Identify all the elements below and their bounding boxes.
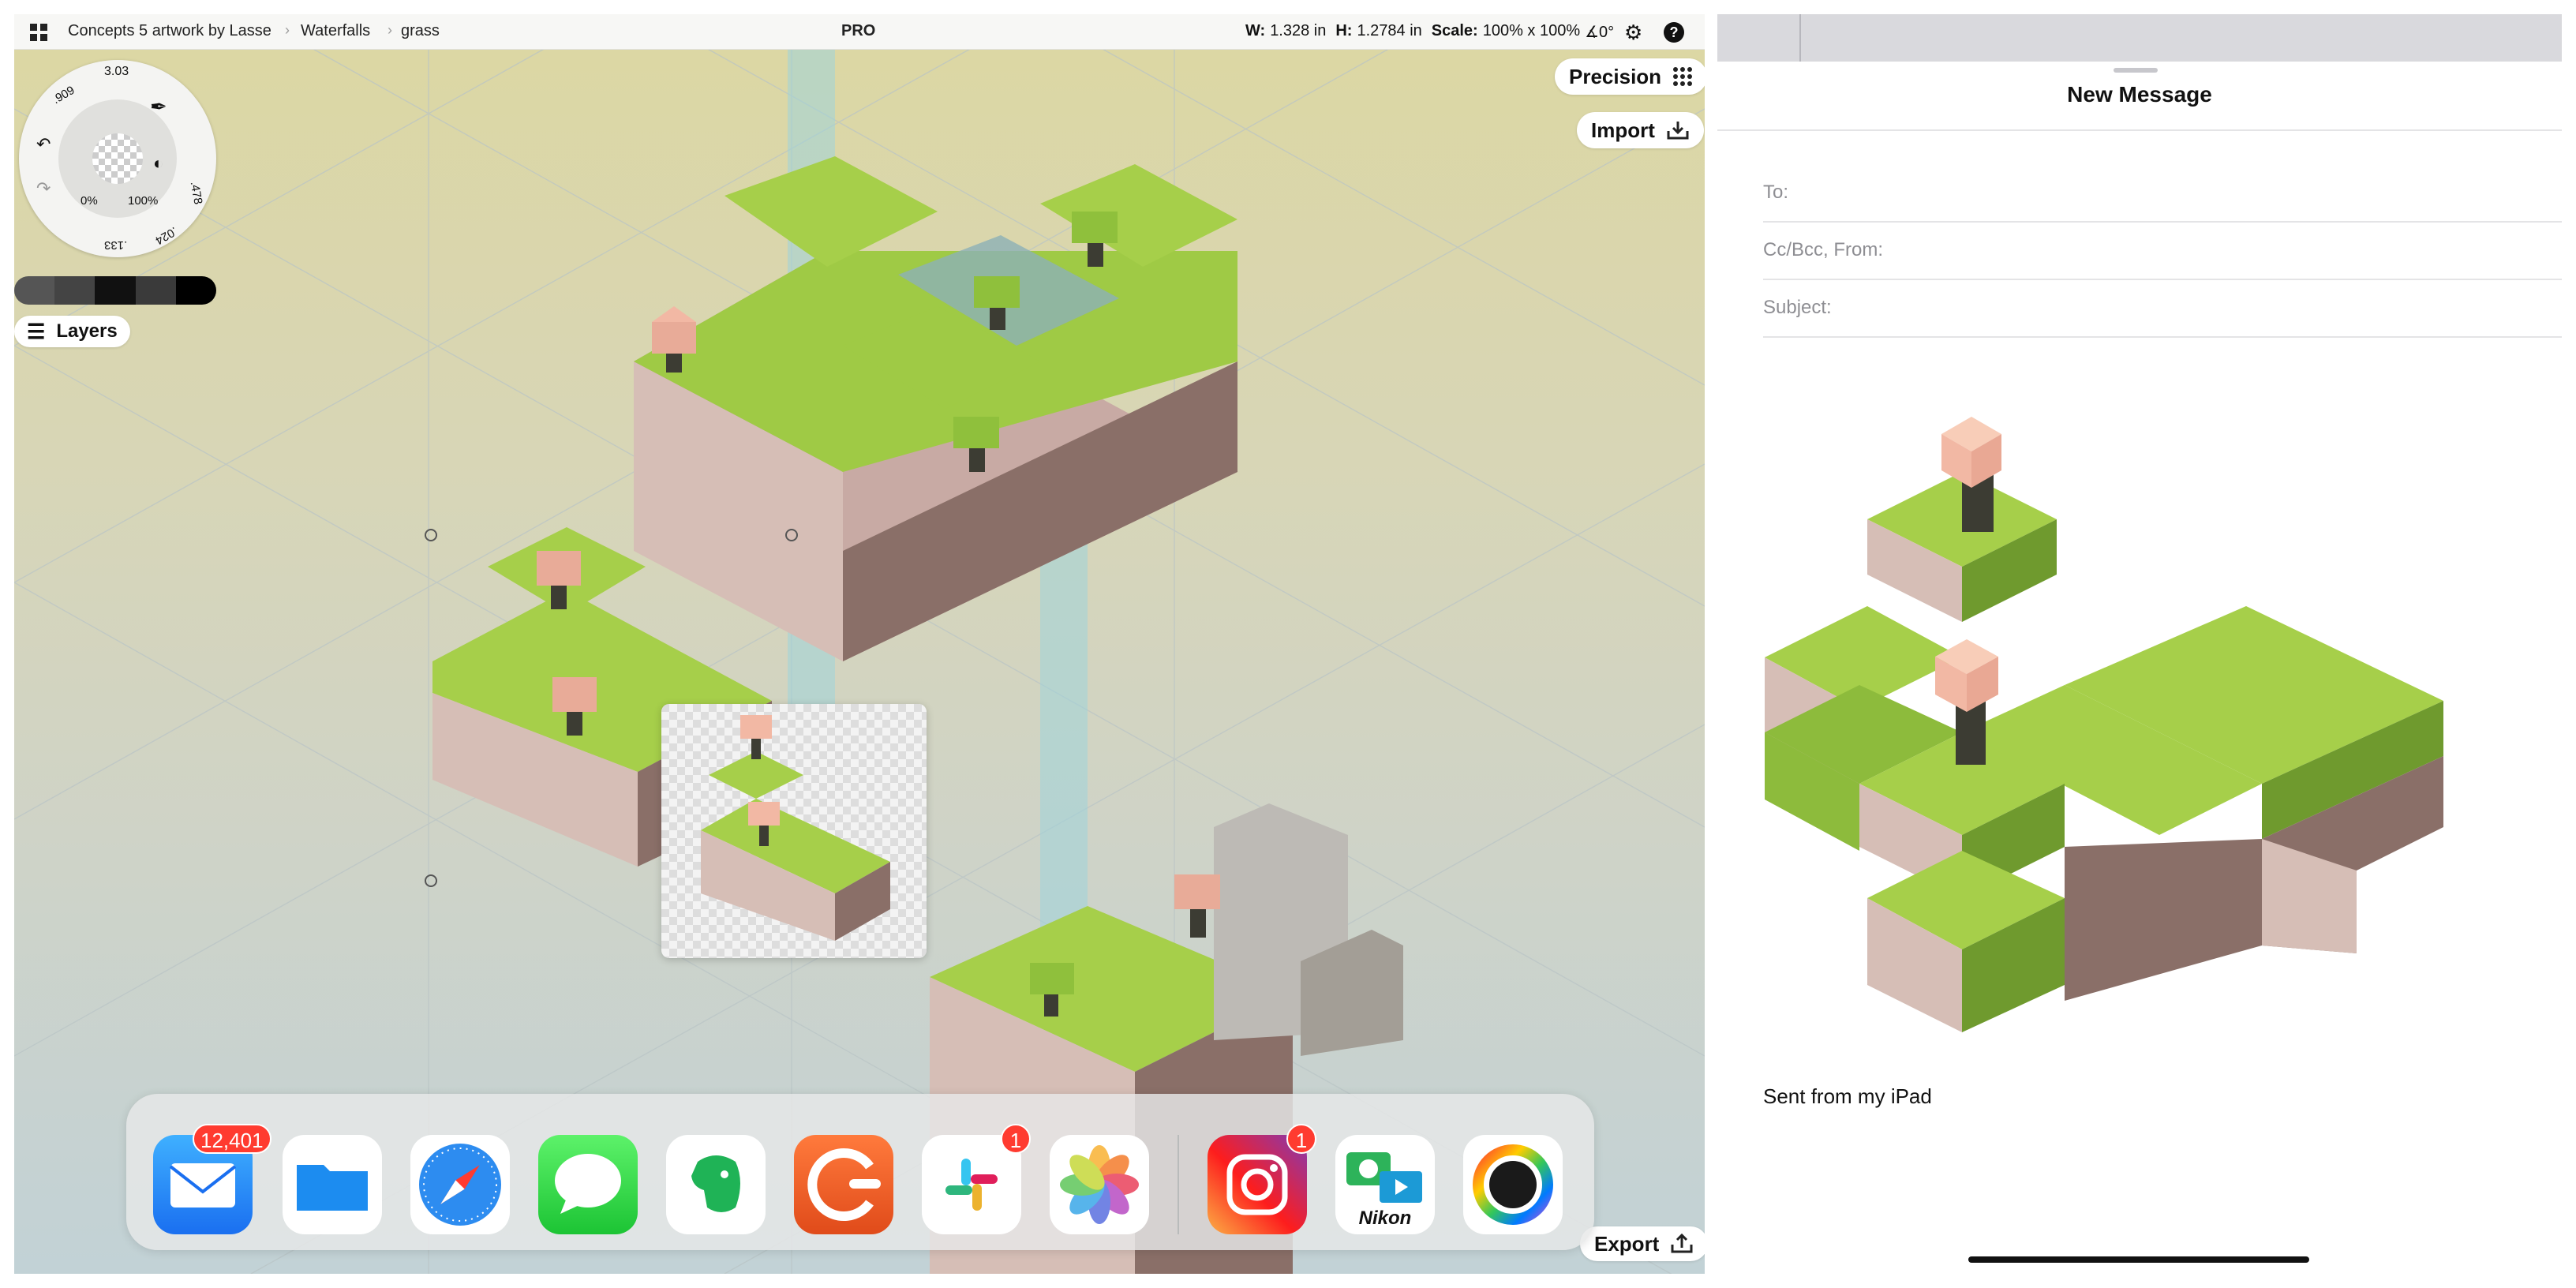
messages-app-icon[interactable] xyxy=(538,1135,638,1234)
brush-size-left[interactable]: .909 xyxy=(51,84,77,107)
color-wheel-app-icon[interactable] xyxy=(1463,1135,1563,1234)
breadcrumb-separator: › xyxy=(388,22,392,38)
hamburger-icon: ☰ xyxy=(27,319,46,343)
color-history-strip[interactable] xyxy=(14,276,216,305)
nikon-app-icon[interactable]: Nikon xyxy=(1335,1135,1435,1234)
height-value: 1.2784 in xyxy=(1357,22,1422,39)
width-label: W: xyxy=(1245,22,1266,39)
pasted-artwork-image[interactable] xyxy=(1765,385,2475,1080)
pro-label[interactable]: PRO xyxy=(841,22,875,40)
to-field[interactable] xyxy=(1812,172,2546,212)
grid-dots-icon xyxy=(1673,67,1693,86)
mail-app-icon[interactable]: 12,401 xyxy=(153,1124,271,1234)
breadcrumb-layer[interactable]: grass xyxy=(401,22,440,40)
import-label: Import xyxy=(1591,118,1655,142)
split-view-divider[interactable] xyxy=(1705,0,1717,1288)
dock-divider xyxy=(1178,1135,1179,1234)
height-label: H: xyxy=(1335,22,1353,39)
scale-label: Scale: xyxy=(1431,22,1478,39)
mail-badge: 12,401 xyxy=(193,1124,271,1154)
compose-title: New Message xyxy=(2067,82,2212,107)
ccbcc-label: Cc/Bcc, From: xyxy=(1763,239,1884,260)
brush-size-right[interactable]: .478 xyxy=(188,181,205,206)
instagram-app-icon[interactable]: 1 xyxy=(1208,1124,1316,1234)
scale-value: 100% x 100% xyxy=(1482,22,1581,39)
opacity-value[interactable]: 100% xyxy=(128,194,158,208)
drag-preview-artwork xyxy=(661,704,927,958)
breadcrumb-separator: › xyxy=(285,22,290,38)
folder-icon xyxy=(297,1165,368,1211)
instagram-badge: 1 xyxy=(1286,1124,1316,1154)
brush-tool-icon[interactable]: ✒ xyxy=(150,95,167,119)
help-icon[interactable]: ? xyxy=(1664,22,1684,43)
brush-size-bottom[interactable]: .133 xyxy=(104,238,127,252)
contrast-icon[interactable]: ◐ xyxy=(153,153,163,174)
color-swatch[interactable] xyxy=(135,276,176,305)
selection-dimensions: W: 1.328 in H: 1.2784 in Scale: 100% x 1… xyxy=(1245,22,1614,42)
photos-flower-icon xyxy=(1060,1145,1139,1224)
ccbcc-field[interactable] xyxy=(1899,229,2546,268)
undo-icon[interactable]: ↶ xyxy=(36,134,51,155)
breadcrumb-project[interactable]: Waterfalls xyxy=(301,22,370,40)
email-signature[interactable]: Sent from my iPad xyxy=(1763,1084,1932,1109)
photos-app-icon[interactable] xyxy=(1050,1135,1149,1234)
tool-wheel[interactable]: 3.03 .909 .478 .024 .133 0% 100% ↶ ↷ ◐ ✒ xyxy=(19,60,216,257)
speech-bubble-icon xyxy=(555,1154,621,1214)
elephant-icon xyxy=(691,1155,740,1212)
evernote-app-icon[interactable] xyxy=(666,1135,766,1234)
import-button[interactable]: Import xyxy=(1577,112,1704,148)
sheet-grabber[interactable] xyxy=(2114,68,2158,73)
color-ring-icon xyxy=(1473,1144,1553,1225)
files-app-icon[interactable] xyxy=(283,1135,382,1234)
subject-label: Subject: xyxy=(1763,297,1832,318)
nikon-label: Nikon xyxy=(1358,1208,1412,1229)
precision-label: Precision xyxy=(1569,64,1662,88)
title-divider xyxy=(1717,129,2562,131)
gear-icon[interactable]: ⚙ xyxy=(1624,22,1645,43)
mail-compose-pane: New Message To: Cc/Bcc, From: Subject: S… xyxy=(1717,14,2562,1274)
top-bar: Concepts 5 artwork by Lasse › Waterfalls… xyxy=(14,14,1705,50)
backdrop-divider xyxy=(1799,14,1801,62)
camera-transfer-icon xyxy=(1346,1152,1422,1203)
export-label: Export xyxy=(1594,1231,1660,1256)
angle-value: ∡0° xyxy=(1585,24,1615,41)
ccbcc-divider xyxy=(1763,279,2562,280)
concepts-canvas[interactable]: Concepts 5 artwork by Lasse › Waterfalls… xyxy=(14,14,1705,1274)
export-button[interactable]: Export xyxy=(1580,1226,1705,1261)
slack-badge: 1 xyxy=(1001,1124,1031,1154)
gallery-grid-icon[interactable] xyxy=(30,24,47,41)
compose-backdrop-bar xyxy=(1717,14,2562,62)
precision-button[interactable]: Precision xyxy=(1555,58,1705,95)
color-swatch[interactable] xyxy=(14,276,55,305)
import-icon xyxy=(1667,122,1689,140)
layers-button[interactable]: ☰ Layers xyxy=(14,316,130,347)
subject-field[interactable] xyxy=(1844,287,2546,327)
concepts-logo-icon xyxy=(807,1148,881,1221)
share-icon xyxy=(1671,1234,1693,1253)
smoothing-value[interactable]: 0% xyxy=(80,194,98,208)
color-swatch[interactable] xyxy=(54,276,95,305)
safari-app-icon[interactable] xyxy=(410,1135,510,1234)
compass-icon xyxy=(419,1144,501,1226)
redo-icon[interactable]: ↷ xyxy=(36,178,51,199)
to-label: To: xyxy=(1763,182,1789,203)
width-value: 1.328 in xyxy=(1270,22,1327,39)
home-indicator[interactable] xyxy=(1968,1256,2309,1263)
subject-divider xyxy=(1763,336,2562,338)
isometric-artwork[interactable] xyxy=(14,14,1705,1274)
layers-label: Layers xyxy=(56,320,118,342)
color-swatch[interactable] xyxy=(175,276,216,305)
color-swatch[interactable] xyxy=(92,133,143,184)
breadcrumb-drawing[interactable]: Concepts 5 artwork by Lasse xyxy=(68,22,271,40)
slack-app-icon[interactable]: 1 xyxy=(922,1124,1031,1234)
color-swatch[interactable] xyxy=(95,276,136,305)
to-divider xyxy=(1763,221,2562,223)
concepts-app-icon[interactable] xyxy=(794,1135,893,1234)
drag-preview-thumbnail[interactable] xyxy=(661,704,927,958)
brush-size-top[interactable]: 3.03 xyxy=(104,65,129,79)
